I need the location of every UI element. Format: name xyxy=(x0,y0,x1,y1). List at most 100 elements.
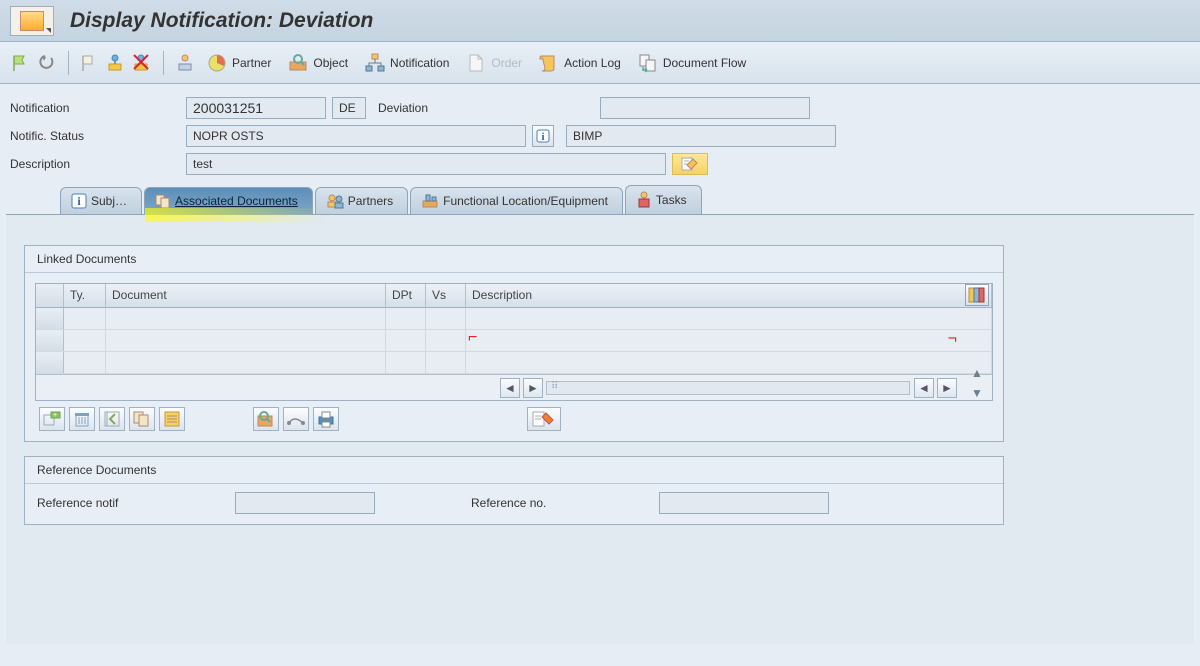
notification-button[interactable]: Notification xyxy=(358,48,455,78)
reference-notif-field[interactable] xyxy=(235,492,375,514)
putaway-icon[interactable] xyxy=(105,52,127,74)
display-button[interactable] xyxy=(253,407,279,431)
docs-icon xyxy=(155,193,171,209)
doc-flow-icon xyxy=(637,52,659,74)
tab-functional-location[interactable]: Functional Location/Equipment xyxy=(410,187,623,214)
notification-type-code[interactable] xyxy=(332,97,366,119)
hscroll-track[interactable]: ⠿ xyxy=(546,381,910,395)
last-col-button[interactable]: ► xyxy=(937,378,957,398)
document-flow-button[interactable]: Document Flow xyxy=(631,48,752,78)
insert-row-button[interactable]: + xyxy=(39,407,65,431)
scroll-up-icon[interactable]: ▲ xyxy=(971,366,983,380)
separator xyxy=(163,51,164,75)
tab-subjects-label: Subj… xyxy=(91,194,127,208)
reference-no-field[interactable] xyxy=(659,492,829,514)
scroll-down-icon[interactable]: ▼ xyxy=(971,386,983,400)
select-all-col[interactable] xyxy=(36,284,64,307)
long-text-button[interactable] xyxy=(672,153,708,175)
grid-vscroll[interactable]: ▲ ▼ xyxy=(962,284,992,400)
person-icon xyxy=(636,191,652,209)
notification-type-text: Deviation xyxy=(378,101,428,115)
table-row[interactable]: ⌐ ¬ xyxy=(36,330,992,352)
title-bar: Display Notification: Deviation xyxy=(0,0,1200,42)
toolbar: Partner Object Notification Order Action… xyxy=(0,42,1200,84)
undo-icon[interactable] xyxy=(36,52,58,74)
flag2-icon[interactable] xyxy=(79,52,101,74)
copy-button[interactable] xyxy=(129,407,155,431)
delete-row-button[interactable] xyxy=(69,407,95,431)
scroll-icon xyxy=(538,52,560,74)
grid-footer: ◄ ► ⠿ ◄ ► xyxy=(36,374,992,400)
grid-actions: + xyxy=(35,401,993,433)
order-button: Order xyxy=(459,48,528,78)
partner-button[interactable]: Partner xyxy=(200,48,277,78)
svg-text:+: + xyxy=(53,412,57,419)
status-label: Notific. Status xyxy=(10,129,180,143)
object-label: Object xyxy=(313,56,348,70)
notification-label: Notification xyxy=(10,101,180,115)
prev-col-button[interactable]: ► xyxy=(523,378,543,398)
reference-documents-group: Reference Documents Reference notif Refe… xyxy=(24,456,1004,525)
header-area: Notification Deviation Notific. Status i… xyxy=(0,84,1200,214)
status-field[interactable] xyxy=(186,125,526,147)
table-settings-button[interactable] xyxy=(965,284,989,306)
tab-partners[interactable]: Partners xyxy=(315,187,408,214)
object-button[interactable]: Object xyxy=(281,48,354,78)
status2-field[interactable] xyxy=(566,125,836,147)
col-type[interactable]: Ty. xyxy=(64,284,106,307)
notification-label: Notification xyxy=(390,56,449,70)
object-icon xyxy=(287,52,309,74)
assign-button[interactable] xyxy=(283,407,309,431)
linked-documents-title: Linked Documents xyxy=(25,246,1003,273)
org-icon[interactable] xyxy=(174,52,196,74)
row-selector[interactable] xyxy=(36,308,64,329)
notification-extra-field[interactable] xyxy=(600,97,810,119)
grid-body[interactable]: ⌐ ¬ xyxy=(36,308,992,374)
linked-documents-group: Linked Documents Ty. Document DPt Vs Des… xyxy=(24,245,1004,442)
hierarchy-icon xyxy=(364,52,386,74)
tab-tasks[interactable]: Tasks xyxy=(625,185,702,214)
edit-doc-button[interactable] xyxy=(527,407,561,431)
tab-assoc-label: Associated Documents xyxy=(175,194,298,208)
print-doc-button[interactable] xyxy=(313,407,339,431)
tab-partners-label: Partners xyxy=(348,194,393,208)
list-button[interactable] xyxy=(159,407,185,431)
tab-funcloc-label: Functional Location/Equipment xyxy=(443,194,608,208)
linked-documents-grid: Ty. Document DPt Vs Description xyxy=(35,283,993,401)
row-selector[interactable] xyxy=(36,330,64,351)
separator xyxy=(68,51,69,75)
page-title: Display Notification: Deviation xyxy=(70,9,373,33)
table-row[interactable] xyxy=(36,352,992,374)
tab-tasks-label: Tasks xyxy=(656,193,687,207)
status-info-button[interactable]: i xyxy=(532,125,554,147)
col-document[interactable]: Document xyxy=(106,284,386,307)
order-label: Order xyxy=(491,56,522,70)
document-flow-label: Document Flow xyxy=(663,56,746,70)
first-col-button[interactable]: ◄ xyxy=(500,378,520,398)
tab-strip: i Subj… Associated Documents Partners Fu… xyxy=(10,184,1190,214)
grid-header: Ty. Document DPt Vs Description xyxy=(36,284,992,308)
pie-icon xyxy=(206,52,228,74)
app-icon[interactable] xyxy=(10,6,54,36)
document-icon xyxy=(465,52,487,74)
reference-no-label: Reference no. xyxy=(471,496,651,510)
nav-prev-button[interactable] xyxy=(99,407,125,431)
partner-label: Partner xyxy=(232,56,271,70)
tab-associated-documents[interactable]: Associated Documents xyxy=(144,187,313,214)
tab-subjects[interactable]: i Subj… xyxy=(60,187,142,214)
next-col-button[interactable]: ◄ xyxy=(914,378,934,398)
table-row[interactable] xyxy=(36,308,992,330)
svg-text:i: i xyxy=(541,131,544,143)
action-log-button[interactable]: Action Log xyxy=(532,48,627,78)
action-log-label: Action Log xyxy=(564,56,621,70)
col-description[interactable]: Description xyxy=(466,284,992,307)
col-vs[interactable]: Vs xyxy=(426,284,466,307)
row-selector[interactable] xyxy=(36,352,64,373)
cancel-putaway-icon[interactable] xyxy=(131,52,153,74)
description-field[interactable] xyxy=(186,153,666,175)
flag-icon[interactable] xyxy=(10,52,32,74)
people-icon xyxy=(326,193,344,209)
col-dpt[interactable]: DPt xyxy=(386,284,426,307)
notification-number-field[interactable] xyxy=(186,97,326,119)
cursor-marker-end: ¬ xyxy=(946,331,957,347)
